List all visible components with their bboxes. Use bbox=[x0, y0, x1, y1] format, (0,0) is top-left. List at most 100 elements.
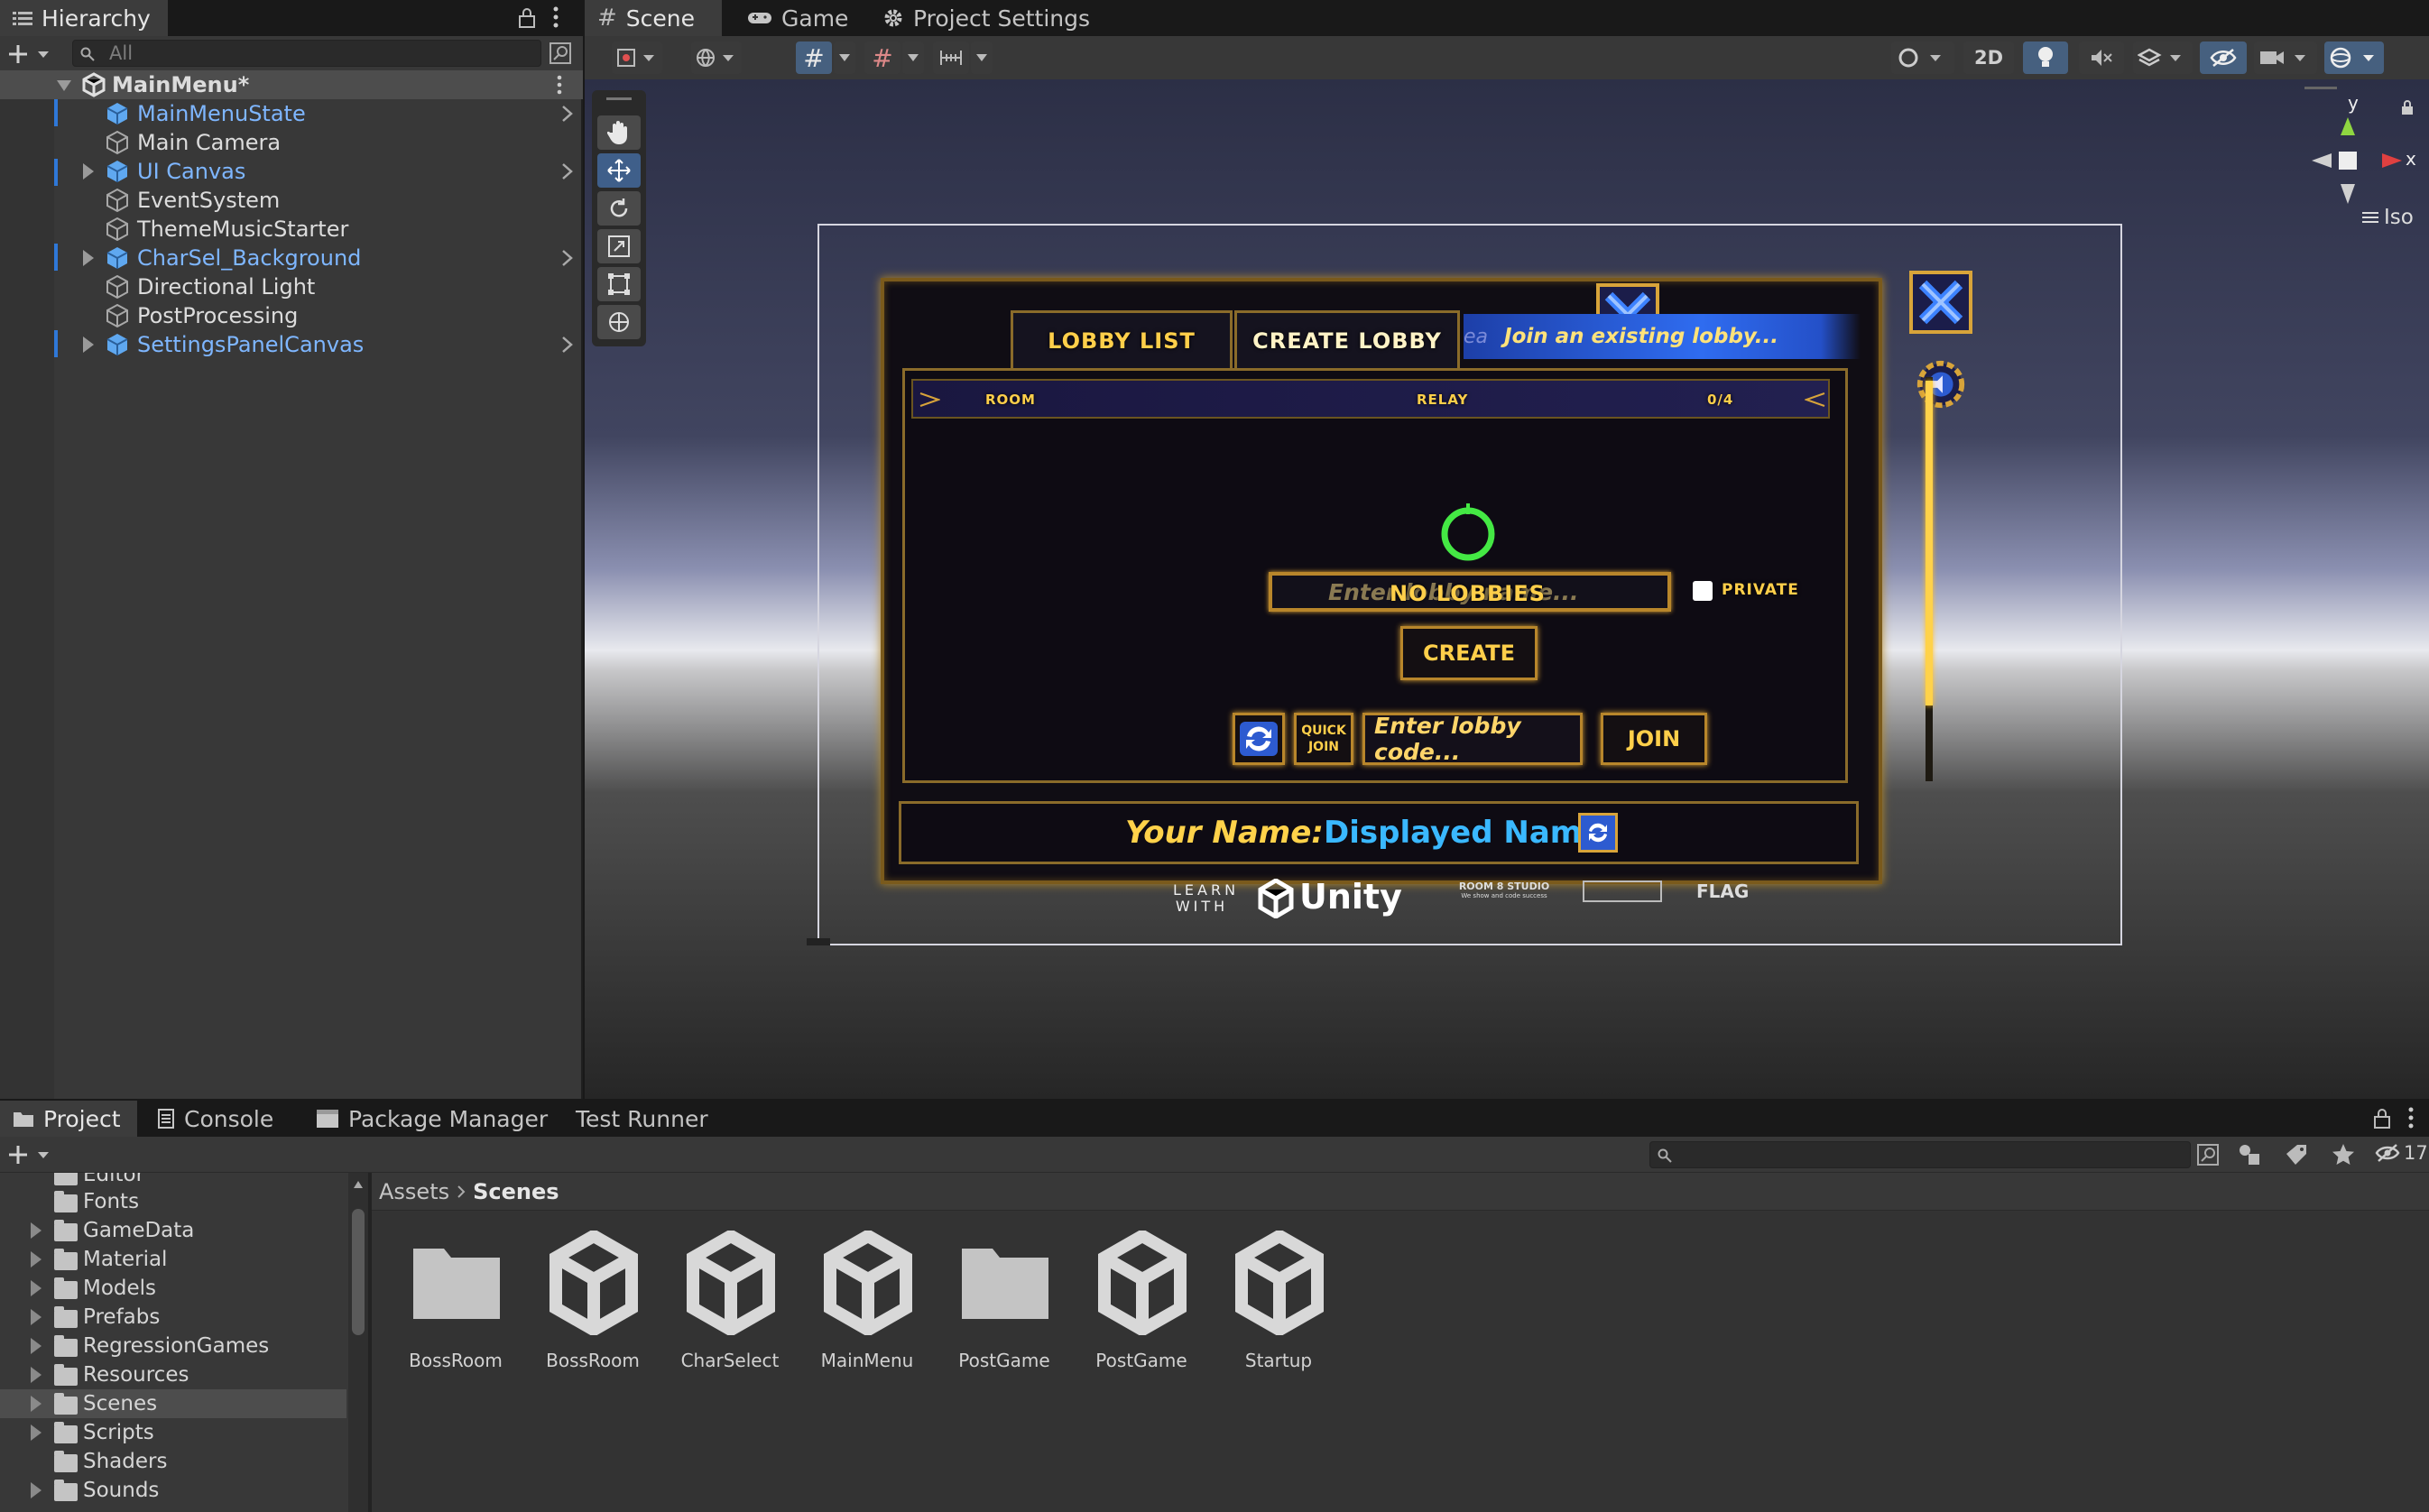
rect-tool-button[interactable] bbox=[597, 267, 641, 301]
draw-mode-dropdown[interactable] bbox=[612, 41, 662, 74]
mode-2d-button[interactable]: 2D bbox=[1963, 41, 2014, 74]
folder-row-resources[interactable]: Resources bbox=[0, 1360, 346, 1389]
shading-mode-dropdown[interactable] bbox=[1891, 41, 1954, 74]
expand-arrow-icon[interactable] bbox=[83, 250, 94, 266]
tree-scrollbar[interactable] bbox=[348, 1173, 368, 1512]
folder-row-models[interactable]: Models bbox=[0, 1274, 346, 1303]
folder-row-shaders[interactable]: Shaders bbox=[0, 1447, 346, 1476]
scene-viewport[interactable]: y x Iso LOBBY LIST CREATE LOBBY ea Join … bbox=[585, 79, 2429, 1099]
grid-dropdown[interactable] bbox=[834, 41, 855, 74]
hierarchy-item-charsel-background[interactable]: CharSel_Background bbox=[0, 244, 583, 272]
orientation-gizmo[interactable]: y x Iso bbox=[2259, 87, 2422, 262]
expand-arrow-icon[interactable] bbox=[31, 1251, 42, 1268]
tree-scroll-thumb[interactable] bbox=[352, 1209, 365, 1335]
tab-package-manager[interactable]: Package Manager bbox=[303, 1101, 560, 1137]
hierarchy-scene-row[interactable]: MainMenu* bbox=[0, 70, 583, 99]
scroll-thumb[interactable] bbox=[1926, 381, 1933, 705]
search-scope-icon[interactable] bbox=[549, 41, 572, 65]
gizmo-handle-icon[interactable] bbox=[2304, 87, 2337, 89]
camera-dropdown[interactable] bbox=[2254, 41, 2317, 74]
rename-button[interactable] bbox=[1578, 813, 1618, 853]
tab-project[interactable]: Project bbox=[0, 1101, 137, 1137]
effects-dropdown[interactable] bbox=[2133, 41, 2193, 74]
folder-row-regressiongames[interactable]: RegressionGames bbox=[0, 1332, 346, 1360]
chevron-right-icon[interactable] bbox=[561, 336, 574, 354]
label-tag-icon[interactable] bbox=[2285, 1143, 2308, 1166]
hierarchy-item-settingspanelcanvas[interactable]: SettingsPanelCanvas bbox=[0, 330, 583, 359]
move-tool-button[interactable] bbox=[597, 153, 641, 188]
tab-lobby-list[interactable]: LOBBY LIST bbox=[1011, 310, 1233, 368]
search-scope-icon[interactable] bbox=[2196, 1143, 2220, 1166]
project-search-input[interactable] bbox=[1649, 1141, 2191, 1168]
tab-create-lobby[interactable]: CREATE LOBBY bbox=[1234, 310, 1460, 368]
kebab-menu-icon[interactable] bbox=[556, 74, 563, 96]
expand-arrow-icon[interactable] bbox=[83, 163, 94, 180]
join-button[interactable]: JOIN bbox=[1601, 713, 1707, 765]
visibility-toggle[interactable] bbox=[2200, 41, 2247, 74]
gizmos-dropdown[interactable] bbox=[2324, 41, 2384, 74]
drag-handle-icon[interactable] bbox=[606, 97, 632, 100]
folder-row-gamedata[interactable]: GameData bbox=[0, 1216, 346, 1245]
expand-arrow-icon[interactable] bbox=[31, 1309, 42, 1325]
expand-arrow-icon[interactable] bbox=[31, 1222, 42, 1239]
private-checkbox[interactable] bbox=[1693, 581, 1713, 601]
tab-scene[interactable]: # Scene bbox=[585, 0, 722, 36]
canvas-pivot-handle[interactable] bbox=[807, 938, 830, 945]
hierarchy-item-directional-light[interactable]: Directional Light bbox=[0, 272, 583, 301]
lock-icon[interactable] bbox=[2373, 1108, 2391, 1129]
scroll-up-icon[interactable] bbox=[353, 1180, 364, 1189]
tab-project-settings[interactable]: Project Settings bbox=[870, 0, 1103, 36]
rotate-tool-button[interactable] bbox=[597, 191, 641, 226]
folder-row-prefabs[interactable]: Prefabs bbox=[0, 1303, 346, 1332]
create-button[interactable]: CREATE bbox=[1400, 626, 1538, 680]
folder-row-sounds[interactable]: Sounds bbox=[0, 1476, 346, 1505]
breadcrumb-root[interactable]: Assets bbox=[379, 1179, 449, 1204]
kebab-menu-icon[interactable] bbox=[2407, 1106, 2415, 1129]
lighting-toggle[interactable] bbox=[2023, 41, 2068, 74]
refresh-button[interactable] bbox=[1233, 713, 1285, 765]
chevron-down-icon[interactable] bbox=[56, 79, 72, 92]
folder-row-material[interactable]: Material bbox=[0, 1245, 346, 1274]
increment-dropdown[interactable] bbox=[971, 41, 993, 74]
kebab-menu-icon[interactable] bbox=[552, 5, 559, 29]
hand-tool-button[interactable] bbox=[597, 115, 641, 150]
hierarchy-search-input[interactable]: All bbox=[72, 40, 541, 67]
transform-tool-button[interactable] bbox=[597, 305, 641, 339]
expand-arrow-icon[interactable] bbox=[31, 1338, 42, 1354]
tab-console[interactable]: Console bbox=[144, 1101, 286, 1137]
chevron-right-icon[interactable] bbox=[561, 105, 574, 123]
expand-arrow-icon[interactable] bbox=[31, 1396, 42, 1412]
scene-view-dropdown[interactable] bbox=[691, 41, 742, 74]
hierarchy-item-mainmenustate[interactable]: MainMenuState bbox=[0, 99, 583, 128]
add-plus-icon[interactable] bbox=[7, 43, 52, 65]
expand-arrow-icon[interactable] bbox=[31, 1367, 42, 1383]
expand-arrow-icon[interactable] bbox=[31, 1482, 42, 1498]
snap-toggle-button[interactable]: # bbox=[864, 41, 900, 74]
filter-type-icon[interactable] bbox=[2238, 1143, 2263, 1166]
hierarchy-item-eventsystem[interactable]: EventSystem bbox=[0, 186, 583, 215]
folder-row-scripts[interactable]: Scripts bbox=[0, 1418, 346, 1447]
increment-snap-button[interactable] bbox=[933, 41, 969, 74]
audio-toggle[interactable] bbox=[2079, 41, 2124, 74]
hierarchy-item-postprocessing[interactable]: PostProcessing bbox=[0, 301, 583, 330]
breadcrumb-current[interactable]: Scenes bbox=[473, 1179, 559, 1204]
grid-toggle-button[interactable]: # bbox=[796, 41, 832, 74]
chevron-right-icon[interactable] bbox=[561, 162, 574, 180]
audio-settings-button[interactable] bbox=[1913, 355, 1969, 413]
expand-arrow-icon[interactable] bbox=[31, 1424, 42, 1441]
star-icon[interactable] bbox=[2332, 1143, 2355, 1166]
expand-arrow-icon[interactable] bbox=[83, 337, 94, 353]
lock-icon[interactable] bbox=[518, 7, 536, 29]
add-plus-icon[interactable] bbox=[7, 1144, 52, 1166]
lock-icon[interactable] bbox=[2400, 99, 2415, 115]
snap-dropdown[interactable] bbox=[902, 41, 924, 74]
lobby-name-input[interactable]: Enter lobby name... NO LOBBIES bbox=[1269, 572, 1671, 612]
hierarchy-item-ui-canvas[interactable]: UI Canvas bbox=[0, 157, 583, 186]
quick-join-button[interactable]: QUICK JOIN bbox=[1294, 713, 1353, 765]
chevron-right-icon[interactable] bbox=[561, 249, 574, 267]
hierarchy-item-thememusicstarter[interactable]: ThemeMusicStarter bbox=[0, 215, 583, 244]
axis-gizmo-icon[interactable] bbox=[2310, 115, 2404, 206]
tab-hierarchy[interactable]: Hierarchy bbox=[0, 0, 168, 36]
scale-tool-button[interactable] bbox=[597, 229, 641, 263]
expand-arrow-icon[interactable] bbox=[31, 1280, 42, 1296]
